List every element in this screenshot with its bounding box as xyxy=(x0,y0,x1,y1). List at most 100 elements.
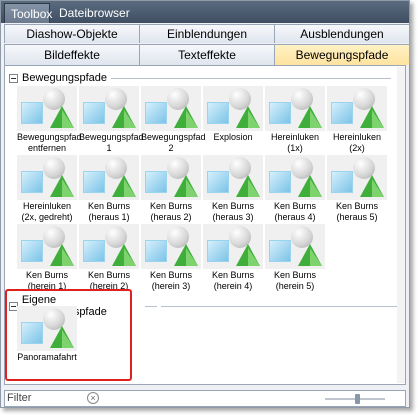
pyramid-icon xyxy=(298,244,322,266)
effect-label-line2: (heraus 5) xyxy=(336,212,378,222)
tab-diashow-objekte[interactable]: Diashow-Objekte xyxy=(4,24,140,43)
effect-item[interactable]: Bewegungspfad entfernen xyxy=(17,86,82,154)
effect-label: Hereinluken (2x) xyxy=(327,132,387,154)
effect-item[interactable]: Bewegungspfad 2 xyxy=(141,86,206,154)
effect-thumbnail xyxy=(203,224,263,269)
effect-item[interactable]: Explosion xyxy=(203,86,263,143)
effect-thumbnail xyxy=(17,86,77,131)
effect-item[interactable]: Ken Burns (heraus 5) xyxy=(327,155,387,223)
effect-label-line1: Ken Burns xyxy=(87,201,131,211)
pyramid-icon xyxy=(360,175,384,197)
pyramid-icon xyxy=(50,175,74,197)
effect-label-line2: (heraus 1) xyxy=(88,212,130,222)
effect-label-line1: Bewegungspfad xyxy=(141,132,206,142)
cube-icon xyxy=(269,240,291,262)
highlight-box xyxy=(5,289,132,381)
collapse-toggle-icon[interactable] xyxy=(9,73,18,83)
effect-thumbnail xyxy=(265,86,325,131)
tab-texteffekte[interactable]: Texteffekte xyxy=(139,44,275,65)
effect-label-line1: Hereinluken xyxy=(22,201,72,211)
pyramid-icon xyxy=(112,175,136,197)
cube-icon xyxy=(21,102,43,124)
tab-einblendungen[interactable]: Einblendungen xyxy=(139,24,275,43)
effect-label: Ken Burns (heraus 2) xyxy=(141,201,201,223)
cube-icon xyxy=(331,171,353,193)
effect-item[interactable]: Hereinluken (2x, gedreht) xyxy=(17,155,77,223)
effect-item[interactable]: Ken Burns (heraus 3) xyxy=(203,155,263,223)
effect-label: Ken Burns (heraus 4) xyxy=(265,201,325,223)
cube-icon xyxy=(207,171,229,193)
effect-label-line1: Ken Burns xyxy=(87,270,131,280)
effect-thumbnail xyxy=(79,224,139,269)
effect-label: Hereinluken (2x, gedreht) xyxy=(17,201,77,223)
tab-row-2: Bildeffekte Texteffekte Bewegungspfade xyxy=(4,44,410,65)
filter-input[interactable]: Filter xyxy=(7,392,31,404)
effect-thumbnail xyxy=(17,224,77,269)
scrollbar[interactable] xyxy=(397,67,405,383)
effect-label-line2: (2x, gedreht) xyxy=(21,212,73,222)
effect-label: Ken Burns (heraus 3) xyxy=(203,201,263,223)
effect-label-line2: (herein 4) xyxy=(213,281,253,291)
effect-thumbnail xyxy=(203,155,263,200)
effect-label: Ken Burns (herein 4) xyxy=(203,270,263,292)
cube-icon xyxy=(83,171,105,193)
tab-bildeffekte[interactable]: Bildeffekte xyxy=(4,44,140,65)
effect-thumbnail xyxy=(17,155,77,200)
effect-item[interactable]: Hereinluken (1x) xyxy=(265,86,325,154)
filter-bar: Filter × xyxy=(4,390,406,407)
cube-icon xyxy=(21,171,43,193)
effect-label-line2: 1 xyxy=(106,143,112,153)
effect-label-line2: (2x) xyxy=(349,143,365,153)
effect-label-line1: Ken Burns xyxy=(335,201,379,211)
effect-item[interactable]: Ken Burns (herein 4) xyxy=(203,224,263,292)
effect-item[interactable]: Ken Burns (herein 2) xyxy=(79,224,139,292)
effect-thumbnail xyxy=(141,155,201,200)
effect-item[interactable]: Hereinluken (2x) xyxy=(327,86,387,154)
effect-label-line1: Hereinluken xyxy=(270,132,320,142)
pyramid-icon xyxy=(174,244,198,266)
effect-item[interactable]: Bewegungspfad 1 xyxy=(79,86,144,154)
effect-thumbnail xyxy=(265,224,325,269)
effect-thumbnail xyxy=(79,155,139,200)
effect-label-line1: Hereinluken xyxy=(332,132,382,142)
effect-label-line1: Ken Burns xyxy=(273,270,317,280)
effect-label: Ken Burns (heraus 1) xyxy=(79,201,139,223)
effect-item[interactable]: Ken Burns (heraus 2) xyxy=(141,155,201,223)
tab-dateibrowser[interactable]: Dateibrowser xyxy=(53,3,136,23)
effect-label-line2: (1x) xyxy=(287,143,303,153)
cube-icon xyxy=(21,240,43,262)
effect-label-line1: Ken Burns xyxy=(149,201,193,211)
cube-icon xyxy=(269,102,291,124)
effect-item[interactable]: Ken Burns (herein 5) xyxy=(265,224,325,292)
pyramid-icon xyxy=(112,106,136,128)
effect-item[interactable]: Ken Burns (herein 1) xyxy=(17,224,77,292)
group-divider xyxy=(160,305,405,307)
effect-item[interactable]: Ken Burns (herein 3) xyxy=(141,224,201,292)
cube-icon xyxy=(269,171,291,193)
effect-item[interactable]: Ken Burns (heraus 1) xyxy=(79,155,139,223)
tab-bewegungspfade[interactable]: Bewegungspfade xyxy=(274,44,410,65)
effect-label-line2: (herein 5) xyxy=(275,281,315,291)
group-header-bewegungspfade[interactable]: Bewegungspfade xyxy=(9,72,392,84)
effect-label: Bewegungspfad 2 xyxy=(141,132,206,154)
effect-thumbnail xyxy=(327,86,387,131)
effect-thumbnail xyxy=(79,86,139,131)
pyramid-icon xyxy=(298,106,322,128)
zoom-slider-thumb[interactable] xyxy=(355,394,360,404)
tab-ausblendungen[interactable]: Ausblendungen xyxy=(274,24,410,43)
effect-label-line1: Ken Burns xyxy=(273,201,317,211)
effect-label-line1: Bewegungspfad xyxy=(79,132,144,142)
cube-icon xyxy=(331,102,353,124)
pyramid-icon xyxy=(298,175,322,197)
effect-thumbnail xyxy=(141,224,201,269)
cube-icon xyxy=(145,240,167,262)
clear-icon[interactable]: × xyxy=(87,392,99,404)
tab-toolbox[interactable]: Toolbox xyxy=(4,3,52,23)
pyramid-icon xyxy=(360,106,384,128)
effect-label: Ken Burns (herein 3) xyxy=(141,270,201,292)
effect-item[interactable]: Ken Burns (heraus 4) xyxy=(265,155,325,223)
effect-label: Bewegungspfad entfernen xyxy=(17,132,82,154)
effect-label: Ken Burns (herein 5) xyxy=(265,270,325,292)
cube-icon xyxy=(83,102,105,124)
tab-row-1: Diashow-Objekte Einblendungen Ausblendun… xyxy=(4,24,410,43)
